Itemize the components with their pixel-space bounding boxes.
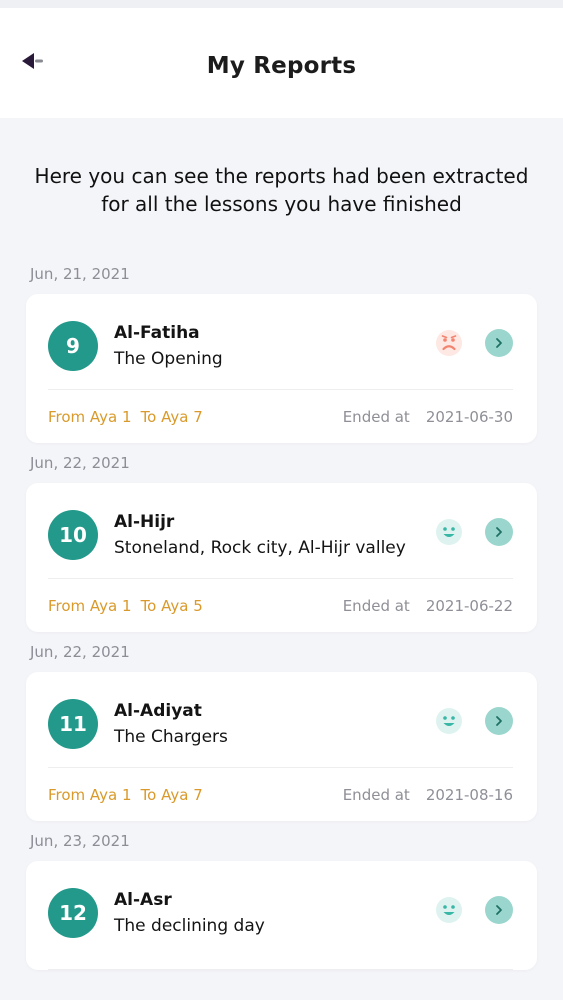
report-date: Jun, 22, 2021 [30, 454, 130, 472]
lesson-number-badge: 9 [48, 321, 98, 371]
lesson-titles: Al-Hijr Stoneland, Rock city, Al-Hijr val… [114, 509, 425, 561]
chevron-right-icon [496, 338, 502, 348]
surah-name: Al-Adiyat [114, 701, 202, 721]
ended-at-label: Ended at [342, 596, 410, 615]
ended-date: 2021-06-22 [425, 596, 513, 615]
surah-meaning: The Chargers [114, 727, 228, 747]
report-card[interactable]: 10 Al-Hijr Stoneland, Rock city, Al-Hijr v… [26, 483, 537, 632]
happy-face-icon [435, 896, 463, 924]
page-title: My Reports [206, 53, 357, 79]
report-group: Jun, 22, 2021 11 Al-Adiyat The Chargers From… [26, 632, 537, 821]
to-aya: To Aya 5 [140, 596, 203, 615]
aya-range-row: From Aya 1 To Aya 5 Ended at 2021-06-22 [48, 579, 513, 632]
to-aya: To Aya 7 [140, 785, 203, 804]
chevron-right-icon [496, 527, 502, 537]
back-button[interactable] [20, 48, 56, 74]
surah-meaning: The declining day [114, 916, 265, 936]
report-date: Jun, 23, 2021 [30, 832, 130, 850]
sad-face-icon [435, 329, 463, 357]
report-card[interactable]: 11 Al-Adiyat The Chargers From Aya 1 To Aya … [26, 672, 537, 821]
surah-name: Al-Fatiha [114, 323, 200, 343]
chevron-right-icon [496, 905, 502, 915]
lesson-titles: Al-Asr The declining day [114, 887, 425, 939]
from-aya: From Aya 1 [48, 596, 132, 615]
report-date: Jun, 22, 2021 [30, 643, 130, 661]
surah-meaning: Stoneland, Rock city, Al-Hijr valley [114, 538, 406, 558]
aya-range-row: From Aya 1 To Aya 7 Ended at 2021-08-16 [48, 768, 513, 821]
to-aya: To Aya 7 [140, 407, 203, 426]
lesson-number-badge: 11 [48, 699, 98, 749]
open-report-button[interactable] [485, 518, 513, 546]
ended-at-label: Ended at [342, 407, 410, 426]
surah-name: Al-Hijr [114, 512, 175, 532]
from-aya: From Aya 1 [48, 785, 132, 804]
lesson-number-badge: 10 [48, 510, 98, 560]
report-group: Jun, 22, 2021 10 Al-Hijr Stoneland, Rock ci… [26, 443, 537, 632]
app-header: My Reports [0, 8, 563, 118]
from-aya: From Aya 1 [48, 407, 132, 426]
report-group: Jun, 23, 2021 12 Al-Asr The declining day [26, 821, 537, 970]
card-divider [48, 969, 513, 970]
lesson-number-badge: 12 [48, 888, 98, 938]
surah-meaning: The Opening [114, 349, 223, 369]
report-date: Jun, 21, 2021 [30, 265, 130, 283]
intro-text: Here you can see the reports had been ex… [34, 164, 529, 216]
ended-date: 2021-08-16 [425, 785, 513, 804]
report-group: Jun, 21, 2021 9 Al-Fatiha The Opening From A… [26, 254, 537, 443]
happy-face-icon [435, 518, 463, 546]
surah-name: Al-Asr [114, 890, 172, 910]
aya-range-row: From Aya 1 To Aya 7 Ended at 2021-06-30 [48, 390, 513, 443]
ended-date: 2021-06-30 [425, 407, 513, 426]
report-card[interactable]: 9 Al-Fatiha The Opening From Aya 1 To Aya 7 E… [26, 294, 537, 443]
status-strip [0, 0, 563, 8]
lesson-titles: Al-Adiyat The Chargers [114, 698, 425, 750]
open-report-button[interactable] [485, 896, 513, 924]
reports-list: Jun, 21, 2021 9 Al-Fatiha The Opening From A… [0, 254, 563, 970]
ended-at-label: Ended at [342, 785, 410, 804]
report-card[interactable]: 12 Al-Asr The declining day [26, 861, 537, 970]
open-report-button[interactable] [485, 329, 513, 357]
lesson-titles: Al-Fatiha The Opening [114, 320, 425, 372]
happy-face-icon [435, 707, 463, 735]
back-arrow-icon [22, 53, 43, 69]
chevron-right-icon [496, 716, 502, 726]
open-report-button[interactable] [485, 707, 513, 735]
